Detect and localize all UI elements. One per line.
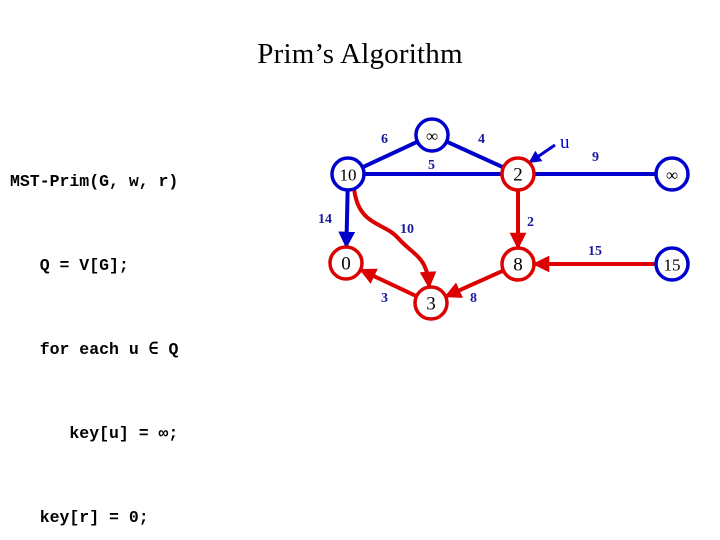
graph-node-label: 8	[513, 254, 523, 276]
graph-node-label: ∞	[665, 165, 679, 185]
edge-weight-label: 5	[428, 158, 435, 173]
graph-edge	[445, 139, 505, 170]
annotation-arrow	[528, 143, 556, 164]
graph-node-label: 2	[513, 164, 523, 186]
code-line: MST-Prim(G, w, r)	[10, 172, 179, 191]
graph-node-label: 3	[426, 293, 436, 315]
graph-node-label: 10	[339, 165, 357, 185]
edge-weight-label: 3	[381, 291, 388, 306]
annotation-layer	[528, 143, 556, 164]
edge-weight-label: 10	[400, 222, 414, 237]
graph-node-label: ∞	[425, 126, 439, 146]
edge-weight-label: 14	[318, 212, 332, 227]
edge-weight-label: 15	[588, 244, 602, 259]
code-line: key[u] = ∞;	[10, 424, 179, 443]
edge-weight-label: 9	[592, 150, 599, 165]
edge-weight-label: 2	[527, 215, 534, 230]
graph-node-label: 15	[663, 255, 681, 275]
current-vertex-label: u	[560, 132, 570, 153]
edge-weight-label: 6	[381, 132, 388, 147]
slide-canvas: Prim’s Algorithm MST-Prim(G, w, r) Q = V…	[0, 0, 720, 540]
graph-node-label: 0	[341, 253, 351, 275]
code-line: Q = V[G];	[10, 256, 129, 275]
pseudocode-block: MST-Prim(G, w, r) Q = V[G]; for each u ∈…	[10, 112, 396, 540]
code-line: key[r] = 0;	[10, 508, 149, 527]
code-line: for each u ∈ Q	[10, 340, 179, 359]
page-title: Prim’s Algorithm	[257, 38, 463, 70]
edge-weight-label: 8	[470, 291, 477, 306]
edge-weight-label: 4	[478, 132, 485, 147]
